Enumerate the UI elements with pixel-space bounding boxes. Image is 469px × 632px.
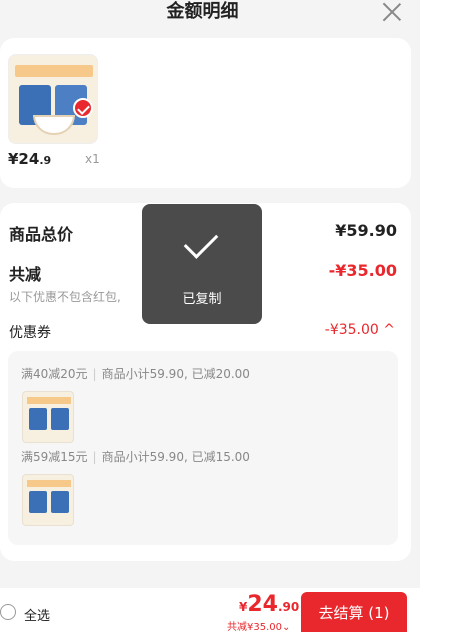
- coupon-value[interactable]: -¥35.00 ^: [325, 322, 395, 338]
- copied-toast: 已复制: [142, 204, 262, 324]
- discount-label: 共减: [9, 265, 42, 284]
- coupon-detail: 商品小计59.90, 已减15.00: [101, 450, 250, 464]
- checkout-bar: 全选 ¥24.90 共减¥35.00⌄ 去结算 (1): [0, 588, 420, 632]
- coupon-line: 满59减15元 | 商品小计59.90, 已减15.00: [21, 448, 250, 465]
- coupon-product-image: [22, 474, 74, 526]
- coupon-product-image-box: [51, 491, 69, 513]
- check-icon: [184, 234, 220, 254]
- coupon-rule: 满40减20元: [21, 367, 88, 381]
- coupon-separator: |: [92, 450, 97, 464]
- selected-check-icon[interactable]: [73, 98, 93, 118]
- coupon-line: 满40减20元 | 商品小计59.90, 已减20.00: [21, 365, 250, 382]
- checkout-button[interactable]: 去结算 (1): [301, 592, 407, 632]
- total-label: 商品总价: [9, 225, 74, 244]
- discount-value: -¥35.00: [328, 261, 397, 280]
- product-image-banner: [15, 65, 93, 77]
- coupon-label: 优惠券: [9, 325, 51, 341]
- total-value: ¥59.90: [335, 221, 397, 240]
- coupon-separator: |: [92, 367, 97, 381]
- total-dec: .90: [277, 600, 300, 614]
- coupon-rule: 满59减15元: [21, 450, 88, 464]
- product-image-bowl: [33, 115, 75, 135]
- total-int: 24: [247, 592, 278, 617]
- product-quantity: x1: [85, 152, 100, 166]
- discount-note: 以下优惠不包含红包,: [9, 290, 121, 304]
- coupon-product-image-box: [51, 408, 69, 430]
- product-price-dec: .9: [39, 154, 52, 167]
- total-payable: ¥24.90: [239, 592, 299, 617]
- coupon-product-image-box: [29, 408, 47, 430]
- select-all-label[interactable]: 全选: [24, 605, 50, 624]
- total-discount-toggle[interactable]: 共减¥35.00⌄: [227, 618, 290, 632]
- coupon-product-image: [22, 391, 74, 443]
- right-backdrop: [420, 0, 469, 632]
- coupon-detail: 商品小计59.90, 已减20.00: [101, 367, 250, 381]
- close-icon[interactable]: [381, 1, 403, 23]
- toast-text: 已复制: [182, 292, 222, 307]
- select-all-radio[interactable]: [0, 604, 16, 620]
- coupon-product-image-banner: [27, 397, 71, 404]
- product-price-int: ¥24: [8, 150, 40, 168]
- coupon-product-image-box: [29, 491, 47, 513]
- product-card: ¥24.9 x1: [0, 38, 411, 188]
- coupon-detail-box: 满40减20元 | 商品小计59.90, 已减20.00 满59减15元 | 商品小计5…: [8, 351, 398, 545]
- product-price: ¥24.9: [8, 150, 51, 168]
- sheet-title: 金额明细: [166, 1, 239, 22]
- amount-detail-sheet: 金额明细 ¥24.9 x1 商品总价 ¥59.90 共减 -¥35.00 以下优…: [0, 0, 420, 632]
- coupon-product-image-banner: [27, 480, 71, 487]
